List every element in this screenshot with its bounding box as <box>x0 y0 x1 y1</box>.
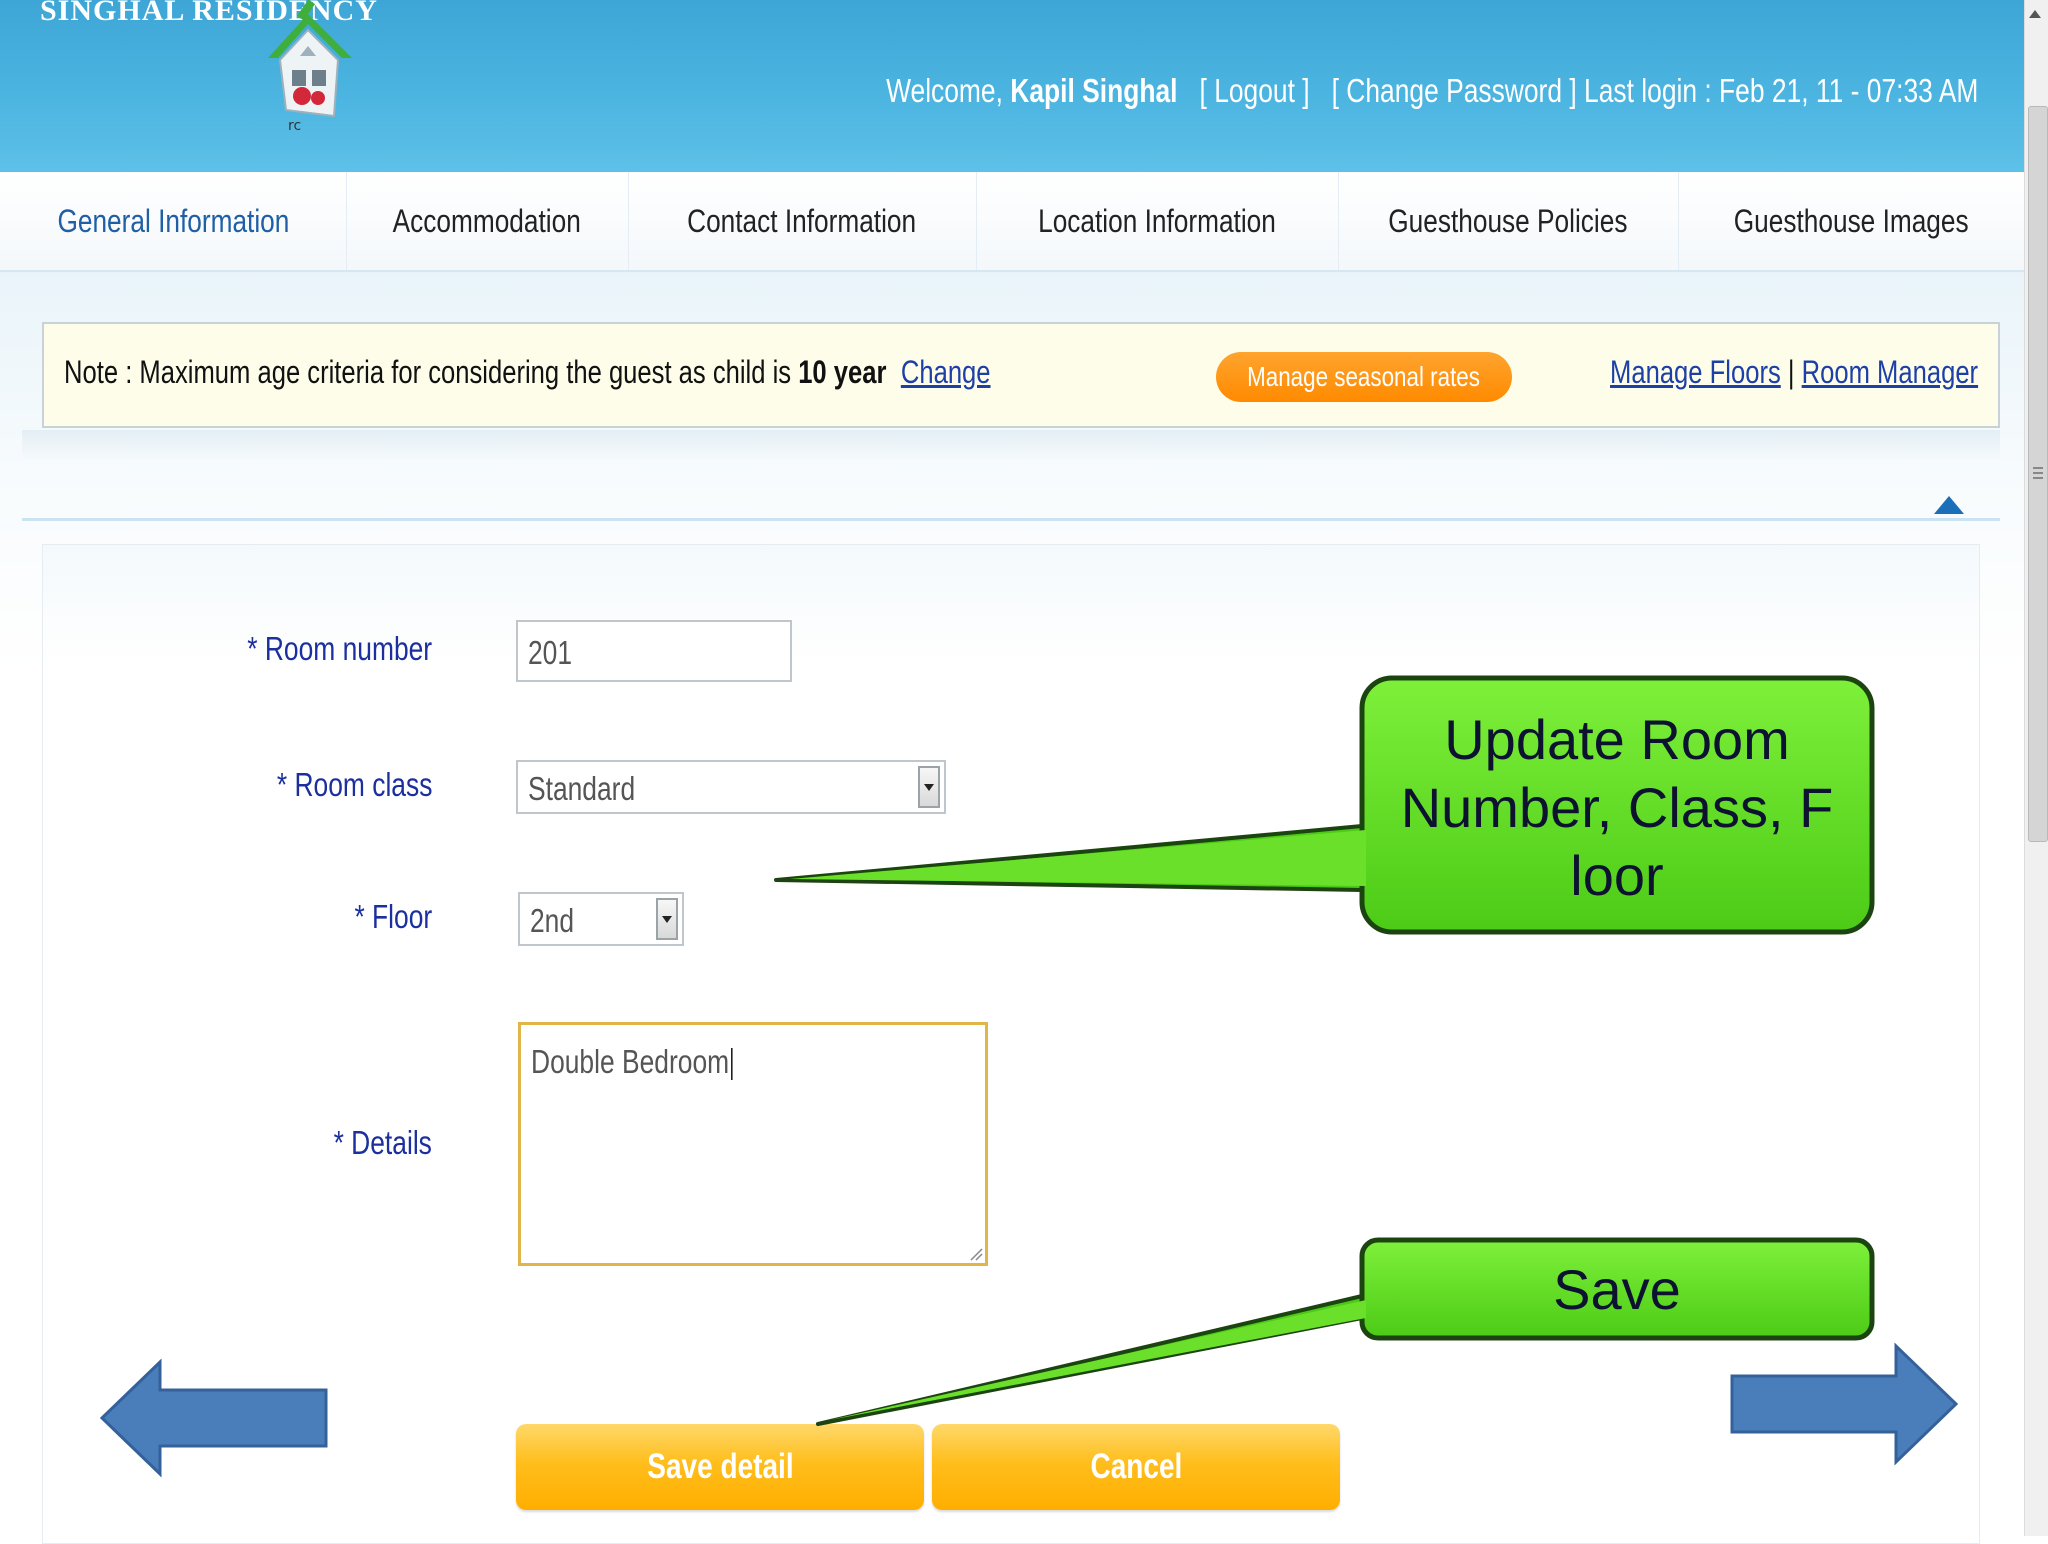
svg-text:rc: rc <box>288 118 301 134</box>
tab-guesthouse-images[interactable]: Guesthouse Images <box>1678 172 2024 270</box>
user-name: Kapil Singhal <box>1009 72 1178 109</box>
house-logo-icon: rc <box>268 0 352 134</box>
room-form-panel <box>42 544 1980 1544</box>
tab-general-information[interactable]: General Information <box>0 172 347 270</box>
details-textarea[interactable]: Double Bedroom <box>518 1022 988 1266</box>
change-password-link[interactable]: [ Change Password ] <box>1331 72 1576 109</box>
update-callout-text: Update Room Number, Class, F loor <box>1400 708 1834 907</box>
welcome-bar: Welcome, Kapil Singhal [ Logout ] [ Chan… <box>613 72 1978 110</box>
note-bar: Note : Maximum age criteria for consider… <box>42 322 2000 428</box>
header-bar: SINGHAL RESIDENCY rc Welcome, Kapil Sing… <box>0 0 2024 172</box>
child-age-value: 10 year <box>798 354 887 390</box>
section-shade <box>22 430 2000 460</box>
floor-dropdown-icon[interactable] <box>656 898 678 940</box>
floor-label: * Floor <box>354 898 432 935</box>
details-label: * Details <box>333 1124 432 1161</box>
scrollbar-thumb[interactable] <box>2028 106 2048 842</box>
grip-icon <box>2033 467 2043 481</box>
room-number-input[interactable]: 201 <box>516 620 792 682</box>
room-class-dropdown-icon[interactable] <box>918 766 940 808</box>
text-cursor <box>730 1048 733 1081</box>
tab-guesthouse-policies[interactable]: Guesthouse Policies <box>1338 172 1679 270</box>
room-manager-link[interactable]: Room Manager <box>1802 354 1978 390</box>
manage-floors-link[interactable]: Manage Floors <box>1610 354 1781 390</box>
save-callout-text: Save <box>1553 1258 1681 1321</box>
manage-seasonal-rates-button[interactable]: Manage seasonal rates <box>1216 352 1512 402</box>
save-detail-button[interactable]: Save detail <box>516 1424 924 1510</box>
vertical-scrollbar[interactable] <box>2024 0 2048 1536</box>
main-tabs: General Information Accommodation Contac… <box>0 172 2024 272</box>
tab-accommodation[interactable]: Accommodation <box>346 172 629 270</box>
note-text: Note : Maximum age criteria for consider… <box>64 354 799 390</box>
section-divider <box>22 518 2000 521</box>
room-class-select[interactable]: Standard <box>516 760 946 814</box>
scroll-up-icon[interactable] <box>2029 10 2041 18</box>
link-separator: | <box>1787 354 1795 390</box>
cancel-button[interactable]: Cancel <box>932 1424 1340 1510</box>
logout-link[interactable]: [ Logout ] <box>1199 72 1309 109</box>
room-number-label: * Room number <box>247 630 432 667</box>
room-class-label: * Room class <box>276 766 432 803</box>
change-age-link[interactable]: Change <box>901 354 991 390</box>
tab-contact-information[interactable]: Contact Information <box>628 172 977 270</box>
tab-location-information[interactable]: Location Information <box>976 172 1339 270</box>
last-login-text: Last login : Feb 21, 11 - 07:33 AM <box>1583 72 1978 109</box>
collapse-section-icon[interactable] <box>1934 496 1964 514</box>
resize-handle-icon[interactable] <box>969 1247 983 1261</box>
floor-select[interactable]: 2nd <box>518 892 684 946</box>
welcome-prefix: Welcome, <box>885 72 1010 109</box>
